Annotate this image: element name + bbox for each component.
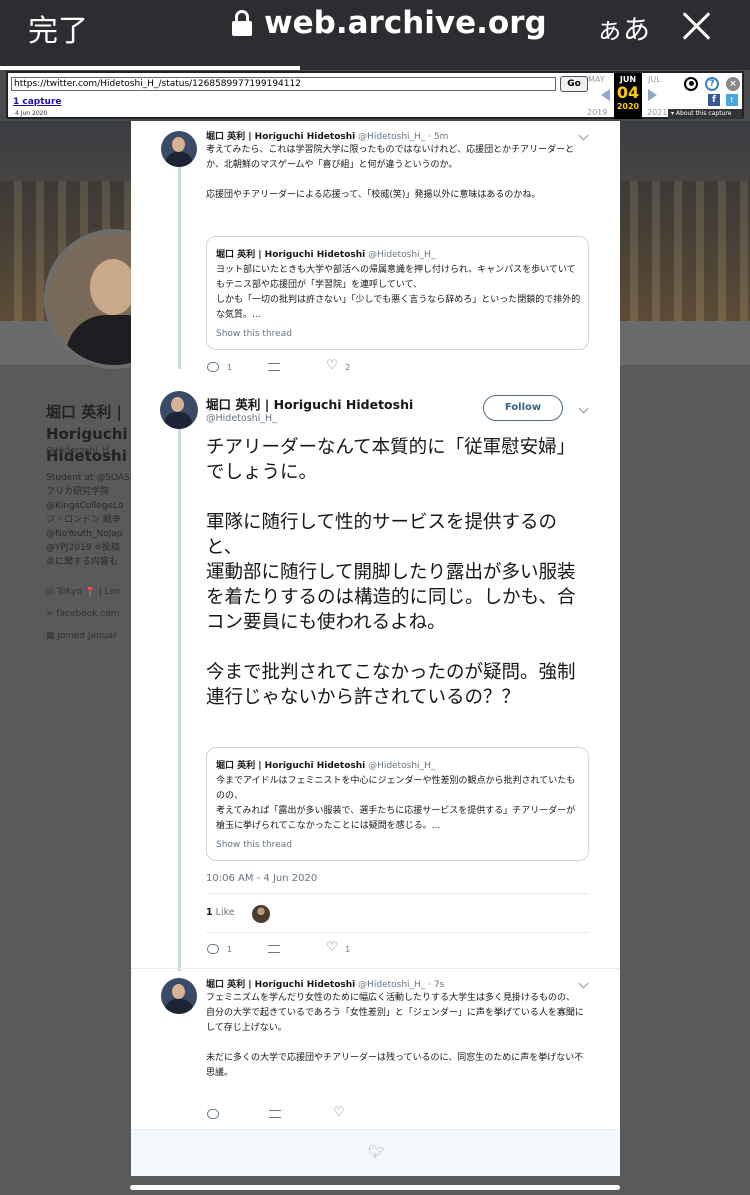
about-capture-dropdown[interactable]: ▾ About this capture [668, 109, 742, 119]
help-icon[interactable]: ? [705, 77, 719, 91]
facebook-share-icon[interactable]: f [708, 94, 720, 106]
panel-footer: 🐦︎ [131, 1129, 620, 1176]
link-icon: ∞ [46, 609, 54, 619]
like-icon[interactable] [333, 1105, 345, 1120]
reply-icon[interactable] [207, 944, 219, 954]
divider [206, 932, 589, 933]
profile-handle: @Hidetoshi_H_ [46, 446, 114, 456]
profile-bio: Student at @SOAS フリカ研究学院 @KingsCollegeLo… [46, 473, 130, 567]
tweet-actions: 1 2 [207, 358, 351, 373]
capture-date: 4 Jun 2020 [15, 110, 48, 117]
profile-name: 堀口 英利 | Horiguchi Hidetoshi [46, 403, 128, 465]
tweet-actions: 1 1 [207, 940, 351, 955]
thread-connector [178, 426, 181, 971]
tweet-timestamp[interactable]: 10:06 AM - 4 Jun 2020 [206, 873, 317, 884]
like-icon[interactable] [326, 358, 338, 373]
quoted-tweet-text: ヨット部にいたときも大学や部活への帰属意識を押し付けられ、キャンパスを歩いていて… [216, 265, 581, 320]
twitter-bird-icon: 🐦︎ [368, 1145, 385, 1160]
retweet-icon[interactable] [268, 945, 281, 953]
address-bar[interactable]: web.archive.org [232, 5, 547, 41]
quoted-tweet-header: 堀口 英利 | Horiguchi Hidetoshi @Hidetoshi_H… [216, 250, 436, 260]
like-icon[interactable] [326, 940, 338, 955]
reply-count: 1 [227, 944, 233, 954]
thread-connector [178, 166, 181, 369]
home-indicator [130, 1185, 620, 1190]
text-size-button[interactable]: ぁあ [596, 8, 650, 47]
about-capture-label: About this capture [675, 110, 732, 117]
go-button[interactable]: Go [560, 76, 588, 92]
like-count: 2 [345, 362, 351, 372]
author-handle[interactable]: @Hidetoshi_H_ [206, 413, 277, 424]
avatar[interactable] [161, 978, 197, 1014]
avatar[interactable] [161, 131, 197, 167]
next-month-label[interactable]: JUL [648, 75, 661, 84]
retweet-icon[interactable] [268, 363, 281, 371]
show-thread-link[interactable]: Show this thread [216, 329, 292, 339]
chevron-down-icon[interactable] [578, 130, 589, 141]
tweet-header: 堀口 英利 | Horiguchi Hidetoshi @Hidetoshi_H… [206, 132, 449, 142]
divider [131, 968, 620, 969]
captures-link[interactable]: 1 capture [13, 97, 62, 107]
tweet-text: チアリーダーなんて本質的に「従軍慰安婦」でしょうに。 軍隊に随行して性的サービス… [206, 437, 576, 708]
chevron-down-icon[interactable] [578, 978, 589, 989]
wayback-url-input[interactable]: https://twitter.com/Hidetoshi_H_/status/… [11, 77, 556, 91]
tweet-header: 堀口 英利 | Horiguchi Hidetoshi @Hidetoshi_H… [206, 980, 445, 990]
profile-joined: ▦ Joined Januar [46, 631, 117, 641]
current-year-label: 2020 [616, 102, 640, 111]
prev-month-label[interactable]: MAY [588, 75, 605, 84]
browser-toolbar: 完了 web.archive.org ぁあ [0, 0, 750, 70]
load-progress-bar [0, 66, 300, 70]
profile-location: ◎ Tokyo 📍 | Lon [46, 587, 121, 597]
close-toolbar-icon[interactable]: × [726, 77, 740, 91]
tweet-text: 考えてみたら、これは学習院大学に限ったものではないけれど、応援団とかチアリーダー… [206, 145, 575, 200]
reply-icon[interactable] [207, 1109, 219, 1119]
retweet-icon[interactable] [269, 1110, 281, 1118]
close-icon[interactable] [680, 8, 712, 40]
quoted-tweet-text: 今までアイドルはフェミニストを中心にジェンダーや性差別の観点から批判されていたも… [216, 776, 576, 831]
avatar[interactable] [160, 391, 198, 429]
like-count: 1 [345, 944, 351, 954]
location-pin-icon: ◎ [46, 587, 54, 597]
domain-label: web.archive.org [264, 5, 547, 41]
next-year-label[interactable]: 2021 [647, 108, 667, 117]
divider [206, 893, 589, 894]
tweet-permalink-panel: 堀口 英利 | Horiguchi Hidetoshi @Hidetoshi_H… [131, 121, 620, 1176]
wayback-toolbar: https://twitter.com/Hidetoshi_H_/status/… [6, 71, 744, 119]
quoted-tweet[interactable]: 堀口 英利 | Horiguchi Hidetoshi @Hidetoshi_H… [206, 747, 589, 861]
show-thread-link[interactable]: Show this thread [216, 840, 292, 850]
done-button[interactable]: 完了 [28, 6, 88, 50]
reply-count: 1 [227, 362, 233, 372]
follow-button[interactable]: Follow [483, 395, 563, 421]
tweet-actions [207, 1105, 345, 1120]
author-name[interactable]: 堀口 英利 | Horiguchi Hidetoshi [206, 394, 413, 413]
prev-capture-arrow-icon[interactable] [601, 89, 610, 101]
current-capture-calendar: JUN 04 2020 [614, 73, 642, 119]
chevron-down-icon[interactable] [578, 403, 589, 414]
prev-year-label[interactable]: 2019 [587, 108, 607, 117]
user-icon[interactable] [684, 77, 698, 91]
quoted-tweet-header: 堀口 英利 | Horiguchi Hidetoshi @Hidetoshi_H… [216, 761, 436, 771]
next-capture-arrow-icon[interactable] [648, 89, 657, 101]
quoted-tweet[interactable]: 堀口 英利 | Horiguchi Hidetoshi @Hidetoshi_H… [206, 236, 589, 350]
lock-icon [232, 10, 252, 36]
twitter-share-icon[interactable]: t [726, 94, 738, 106]
liker-avatar[interactable] [252, 905, 270, 923]
profile-website: ∞ facebook.com [46, 609, 120, 619]
tweet-text: フェミニズムを学んだり女性のために幅広く活動したりする大学生は多く見掛けるものの… [206, 993, 584, 1078]
calendar-icon: ▦ [46, 631, 55, 641]
reply-icon[interactable] [207, 362, 219, 372]
current-day-label: 04 [616, 83, 640, 102]
like-stats[interactable]: 1 Like [206, 907, 235, 918]
